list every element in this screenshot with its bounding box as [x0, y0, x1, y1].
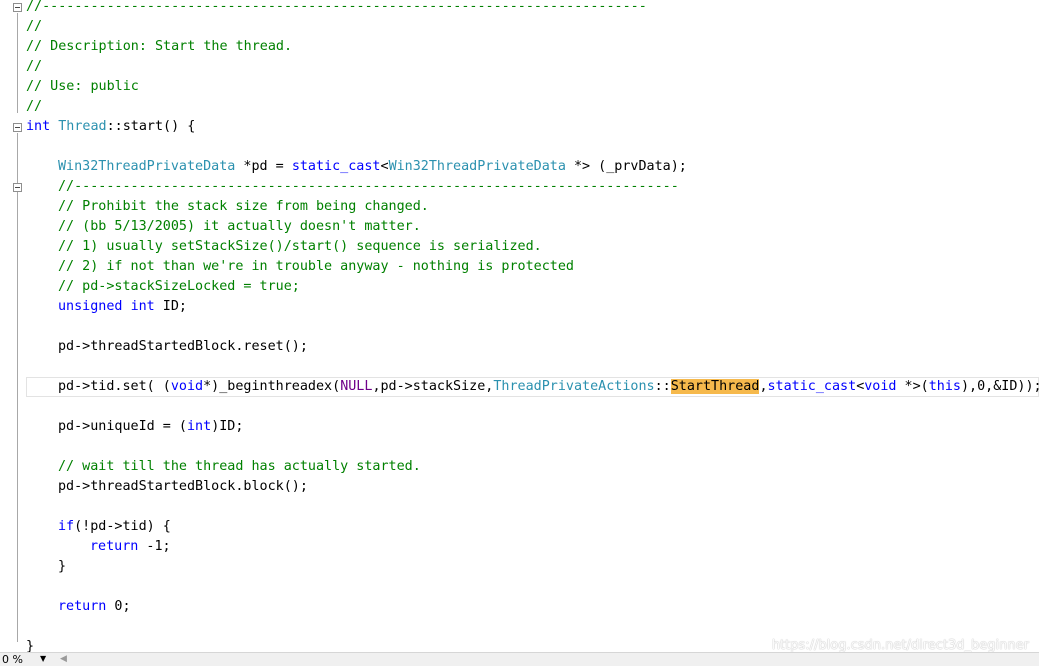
chevron-down-icon[interactable]: ▼ [40, 654, 46, 663]
code-line: int Thread::start() { [26, 117, 195, 137]
code-line: } [58, 559, 67, 574]
type-token: Win32ThreadPrivateData [58, 159, 236, 174]
keyword-token: unsigned [58, 299, 123, 314]
zoom-level[interactable]: 0 % [0, 653, 23, 666]
collapse-icon[interactable] [13, 123, 22, 132]
keyword-token: static_cast [291, 159, 381, 174]
code-token: ::start() { [106, 119, 196, 134]
code-line: pd->threadStartedBlock.block(); [58, 479, 308, 494]
code-line: // (bb 5/13/2005) it actually doesn't ma… [58, 219, 421, 234]
code-line: if(!pd->tid) { [58, 517, 171, 537]
fold-guide [17, 133, 18, 642]
keyword-token: int [26, 119, 51, 134]
fold-guide [17, 13, 18, 113]
code-line: Win32ThreadPrivateData *pd = static_cast… [58, 157, 687, 177]
code-line: // Use: public [26, 79, 139, 94]
code-token: pd->tid.set( ( [58, 379, 171, 394]
code-line: return -1; [90, 537, 171, 557]
code-token: pd->uniqueId = ( [58, 419, 187, 434]
code-line: // [26, 99, 43, 114]
keyword-token: int [187, 419, 212, 434]
code-line: // wait till the thread has actually sta… [58, 459, 421, 474]
keyword-token: return [90, 539, 139, 554]
keyword-token: return [58, 599, 107, 614]
code-line: //--------------------------------------… [58, 179, 679, 194]
code-token: ),0,&ID)); [961, 379, 1039, 394]
type-token: ThreadPrivateActions [493, 379, 655, 394]
keyword-token: void [170, 379, 204, 394]
code-line: unsigned int ID; [58, 297, 187, 317]
keyword-token: if [58, 519, 75, 534]
keyword-token: static_cast [767, 379, 857, 394]
code-token: :: [654, 379, 671, 394]
code-line: // Description: Start the thread. [26, 39, 293, 54]
code-line: // 2) if not than we're in trouble anywa… [58, 259, 574, 274]
code-token: ,pd->stackSize, [372, 379, 494, 394]
editor-gutter [0, 0, 24, 652]
code-line: //--------------------------------------… [26, 0, 647, 14]
code-line: // Prohibit the stack size from being ch… [58, 199, 429, 214]
code-line: // pd->stackSizeLocked = true; [58, 279, 300, 294]
code-line: // 1) usually setStackSize()/start() seq… [58, 239, 542, 254]
type-token: Thread [58, 119, 107, 134]
code-token: *>( [896, 379, 929, 394]
type-token: Win32ThreadPrivateData [388, 159, 566, 174]
code-token: )ID; [211, 419, 244, 434]
code-token: < [380, 159, 389, 174]
code-token: , [759, 379, 768, 394]
collapse-icon[interactable] [13, 183, 22, 192]
code-line: pd->threadStartedBlock.reset(); [58, 339, 308, 354]
keyword-token: int [130, 299, 155, 314]
code-line: // [26, 59, 43, 74]
editor-statusbar: 0 % ▼ ◀ [0, 652, 1039, 666]
code-token: ID; [154, 299, 187, 314]
code-token: (!pd->tid) { [74, 519, 171, 534]
code-token: *)_beginthreadex( [203, 379, 341, 394]
code-line: // [26, 19, 43, 34]
code-line-current: pd->tid.set( (void*)_beginthreadex(NULL,… [58, 377, 1039, 397]
scroll-left-icon[interactable]: ◀ [60, 654, 67, 664]
watermark: https://blog.csdn.net/direct3d_beginner [771, 638, 1029, 653]
highlighted-symbol[interactable]: StartThread [670, 379, 760, 394]
code-editor[interactable]: //--------------------------------------… [0, 0, 1039, 654]
code-token: *pd = [235, 159, 292, 174]
code-line: return 0; [58, 597, 131, 617]
keyword-token: this [928, 379, 961, 394]
macro-token: NULL [340, 379, 373, 394]
code-token: 0; [106, 599, 131, 614]
code-token: *> (_prvData); [565, 159, 687, 174]
code-token: -1; [138, 539, 171, 554]
keyword-token: void [864, 379, 897, 394]
code-line: pd->uniqueId = (int)ID; [58, 417, 243, 437]
collapse-icon[interactable] [13, 3, 22, 12]
